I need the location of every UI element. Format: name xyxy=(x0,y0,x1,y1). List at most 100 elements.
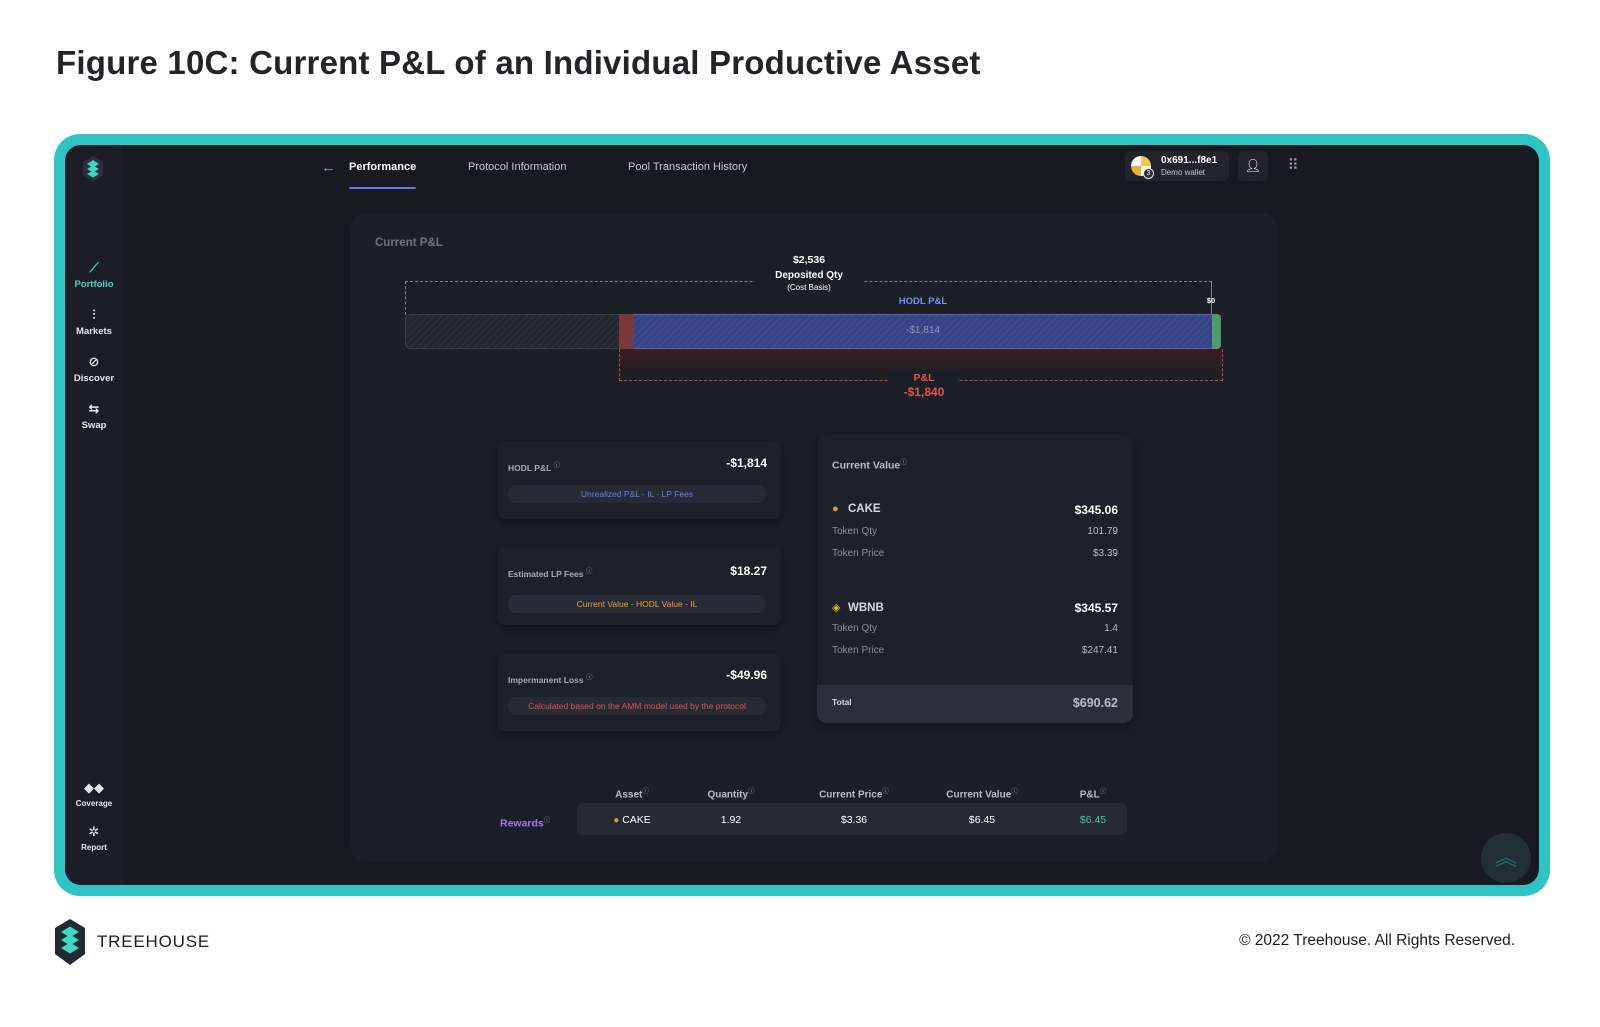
info-icon[interactable]: ⓘ xyxy=(1100,788,1107,795)
sidebar-item-label: Markets xyxy=(76,326,112,337)
metric-formula-pill: Calculated based on the AMM model used b… xyxy=(508,697,766,715)
column-header-current-value: Current Valueⓘ xyxy=(946,788,1018,801)
token-value: $345.57 xyxy=(1074,601,1118,615)
info-icon[interactable]: ⓘ xyxy=(586,674,593,681)
tab-protocol-information[interactable]: Protocol Information xyxy=(468,161,566,173)
impermanent-loss-segment xyxy=(619,314,633,349)
token-price: $3.39 xyxy=(1092,548,1118,559)
wallet-label: Demo wallet xyxy=(1161,168,1206,177)
lp-fees-segment xyxy=(1212,314,1221,349)
scroll-top-button[interactable]: ︽ xyxy=(1481,833,1531,883)
reward-current-value: $6.45 xyxy=(968,814,996,826)
info-icon[interactable]: ⓘ xyxy=(554,462,561,469)
token-value: $345.06 xyxy=(1074,503,1118,517)
grid-icon: ⠿ xyxy=(1287,157,1299,174)
metric-label: Estimated LP Fees ⓘ xyxy=(508,568,593,579)
hodl-pnl-bar-value: -$1,814 xyxy=(906,325,940,336)
token-qty: 1.4 xyxy=(1104,623,1118,634)
sidebar-item-label: Report xyxy=(81,843,107,852)
hodl-pnl-label: HODL P&L xyxy=(898,296,948,307)
metric-card-impermanent-loss: Impermanent Loss ⓘ -$49.96 Calculated ba… xyxy=(497,653,781,731)
metric-value: $18.27 xyxy=(730,564,767,578)
token-qty-label: Token Qty xyxy=(832,526,878,537)
info-icon[interactable]: ⓘ xyxy=(748,788,755,795)
sidebar-item-swap[interactable]: ⇆ Swap xyxy=(65,401,123,432)
wallet-button[interactable]: 3 0x691...f8e1 Demo wallet xyxy=(1125,151,1229,181)
footer-brand: TREEHOUSE xyxy=(97,932,210,951)
sidebar: ⟋ Portfolio ⫶ Markets ⊘ Discover ⇆ Swap … xyxy=(65,145,123,885)
token-qty: 101.79 xyxy=(1087,526,1118,537)
metric-formula-pill: Current Value - HODL Value - IL xyxy=(508,595,766,613)
deposit-value: $2,536 xyxy=(792,254,826,266)
swap-icon: ⇆ xyxy=(88,401,100,416)
active-tab-indicator xyxy=(349,187,416,189)
user-profile-button[interactable]: 👤︎ xyxy=(1238,151,1268,181)
info-icon[interactable]: ⓘ xyxy=(586,568,593,575)
metric-label: HODL P&L ⓘ xyxy=(508,462,561,473)
sidebar-item-coverage[interactable]: ◆◆ Coverage xyxy=(65,780,123,809)
sidebar-item-portfolio[interactable]: ⟋ Portfolio xyxy=(65,260,123,291)
column-header-quantity: Quantityⓘ xyxy=(707,788,755,801)
info-icon[interactable]: ⓘ xyxy=(642,788,649,795)
cake-token-icon: ● xyxy=(832,503,839,515)
treehouse-logo-icon xyxy=(55,919,85,965)
sidebar-item-discover[interactable]: ⊘ Discover xyxy=(65,354,123,385)
pnl-value: -$1,840 xyxy=(903,385,945,399)
pnl-label: P&L xyxy=(913,372,935,384)
total-value: $690.62 xyxy=(1072,696,1118,710)
token-price: $247.41 xyxy=(1081,645,1118,656)
column-header-pnl: P&Lⓘ xyxy=(1079,788,1107,801)
tab-pool-transaction-history[interactable]: Pool Transaction History xyxy=(628,161,747,173)
total-row: Total $690.62 xyxy=(817,685,1133,723)
reward-pnl: $6.45 xyxy=(1079,814,1107,826)
bug-icon: ✲ xyxy=(88,824,100,839)
tab-performance[interactable]: Performance xyxy=(349,161,416,173)
zero-label: $0 xyxy=(1206,296,1216,305)
token-qty-label: Token Qty xyxy=(832,623,878,634)
trend-icon: ⟋ xyxy=(89,260,99,275)
app-frame: ⟋ Portfolio ⫶ Markets ⊘ Discover ⇆ Swap … xyxy=(54,134,1550,896)
metric-value: -$1,814 xyxy=(726,456,767,470)
current-value-card: Current Valueⓘ ● CAKE $345.06 Token Qty 1… xyxy=(817,435,1133,723)
sidebar-item-report[interactable]: ✲ Report xyxy=(65,824,123,853)
info-icon[interactable]: ⓘ xyxy=(882,788,889,795)
wallet-count-badge: 3 xyxy=(1143,168,1154,179)
back-arrow-icon[interactable]: ← xyxy=(321,159,336,176)
sidebar-item-label: Discover xyxy=(73,373,115,384)
sidebar-item-markets[interactable]: ⫶ Markets xyxy=(65,307,123,338)
sidebar-item-label: Coverage xyxy=(75,799,113,808)
cost-basis-bar xyxy=(405,314,622,349)
reward-current-price: $3.36 xyxy=(840,814,868,826)
metric-formula-pill: Unrealized P&L - IL - LP Fees xyxy=(508,485,766,503)
card-title: Current P&L xyxy=(375,237,443,249)
info-icon[interactable]: ⓘ xyxy=(900,459,907,466)
info-icon[interactable]: ⓘ xyxy=(544,817,551,824)
rewards-row-label: Rewardsⓘ xyxy=(500,817,551,830)
footer-copyright: © 2022 Treehouse. All Rights Reserved. xyxy=(1239,932,1515,949)
candlestick-icon: ⫶ xyxy=(92,307,96,322)
sidebar-item-label: Portfolio xyxy=(74,279,114,290)
info-icon[interactable]: ⓘ xyxy=(1011,788,1018,795)
app-screen: ⟋ Portfolio ⫶ Markets ⊘ Discover ⇆ Swap … xyxy=(65,145,1539,885)
bnb-token-icon: ◈ xyxy=(832,602,841,614)
token-name-wbnb: ◈ WBNB xyxy=(832,602,884,614)
metric-value: -$49.96 xyxy=(726,668,767,682)
treehouse-logo-icon[interactable] xyxy=(81,155,105,183)
column-header-current-price: Current Priceⓘ xyxy=(819,788,889,801)
compass-icon: ⊘ xyxy=(88,354,100,369)
chevron-up-icon: ︽ xyxy=(1494,845,1517,870)
deposit-bracket-left xyxy=(405,281,406,315)
token-name-cake: ● CAKE xyxy=(832,503,881,515)
coverage-icon: ◆◆ xyxy=(84,780,104,795)
deposit-label: Deposited Qty xyxy=(775,270,843,281)
token-price-label: Token Price xyxy=(832,548,885,559)
user-icon: 👤︎ xyxy=(1244,158,1262,173)
reward-quantity: 1.92 xyxy=(720,814,742,826)
wallet-address: 0x691...f8e1 xyxy=(1161,155,1218,166)
metric-card-hodl-pnl: HODL P&L ⓘ -$1,814 Unrealized P&L - IL -… xyxy=(497,441,781,519)
apps-menu-button[interactable]: ⠿ xyxy=(1278,151,1308,181)
current-pnl-card: Current P&L $2,536 Deposited Qty (Cost B… xyxy=(351,213,1277,861)
reward-asset: ● CAKE xyxy=(613,814,651,826)
total-label: Total xyxy=(832,697,852,707)
metric-card-lp-fees: Estimated LP Fees ⓘ $18.27 Current Value… xyxy=(497,547,781,625)
